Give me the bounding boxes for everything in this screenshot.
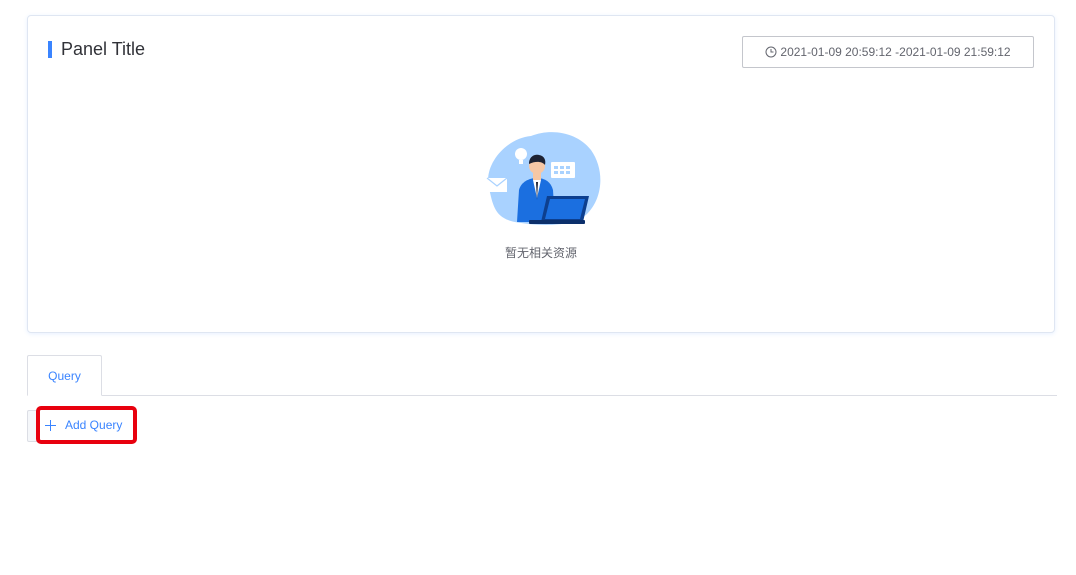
empty-state-text: 暂无相关资源 [504, 246, 577, 260]
add-query-label: Add Query [65, 418, 123, 432]
time-range-text: 2021-01-09 20:59:12 -2021-01-09 21:59:12 [780, 45, 1011, 59]
empty-state: 暂无相关资源 [28, 128, 1054, 261]
chart-panel: Panel Title 2021-01-09 20:59:12 -2021-01… [27, 15, 1055, 333]
add-query-button[interactable]: Add Query [36, 406, 137, 444]
panel-title-text: Panel Title [61, 39, 146, 59]
tab-query[interactable]: Query [27, 355, 102, 396]
plus-icon [45, 419, 56, 431]
empty-illustration [486, 132, 601, 225]
panel-title: Panel Title [48, 40, 145, 58]
time-range-picker[interactable]: 2021-01-09 20:59:12 -2021-01-09 21:59:12 [742, 36, 1034, 68]
clock-icon [765, 46, 777, 58]
title-accent-bar [48, 40, 52, 58]
query-tabs: Query [27, 355, 1057, 396]
